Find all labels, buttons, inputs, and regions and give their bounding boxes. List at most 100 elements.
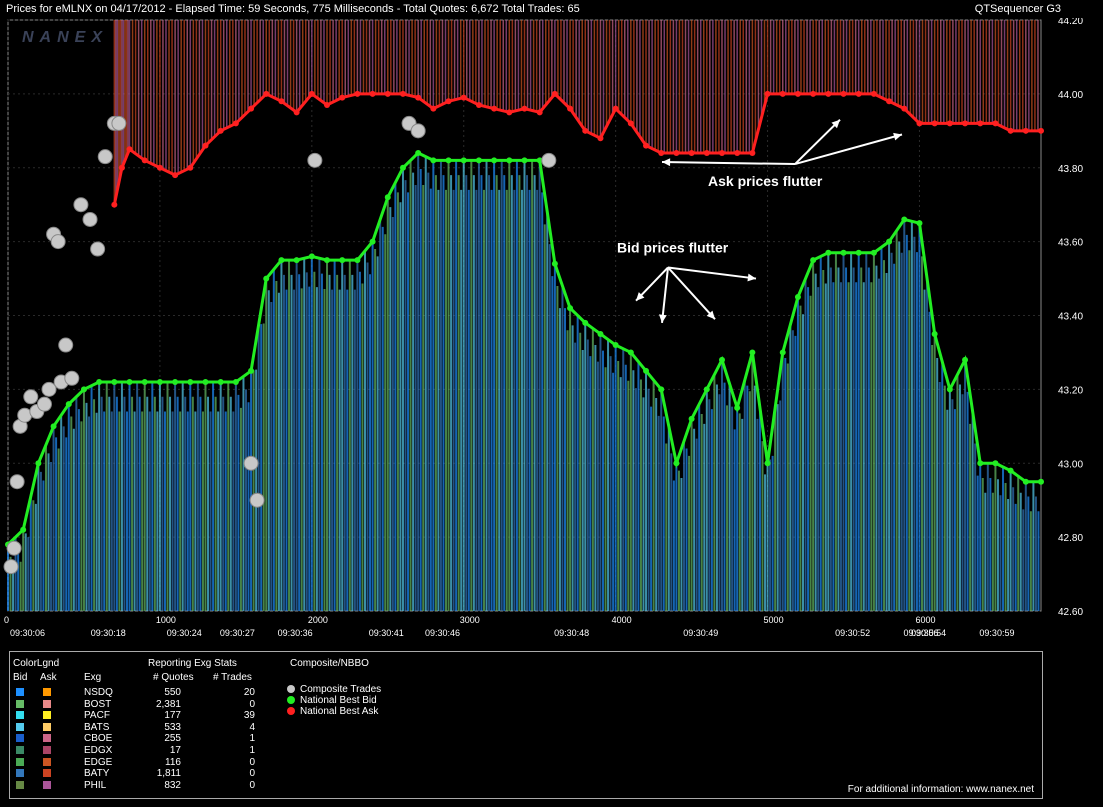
bid-point	[384, 194, 391, 201]
bid-point	[339, 257, 346, 264]
bid-point	[840, 249, 847, 256]
x-time-tick-label: 09:30:41	[369, 628, 404, 638]
bid-point	[718, 356, 725, 363]
composite-trade-point	[111, 115, 127, 131]
ask-point	[1038, 127, 1044, 134]
ask-point	[749, 149, 756, 156]
bid-point	[141, 378, 148, 385]
x-seq-tick-label: 0	[4, 615, 9, 625]
exchange-name: EDGX	[84, 745, 113, 756]
ask-point	[901, 105, 908, 112]
ask-point	[202, 142, 209, 149]
bid-point	[703, 386, 710, 393]
composite-trade-point	[243, 455, 259, 471]
bid-point	[764, 460, 771, 467]
ask-point	[810, 90, 817, 97]
ask-point	[126, 146, 133, 153]
ask-point	[475, 101, 482, 108]
ask-point	[962, 120, 969, 127]
bid-point	[460, 157, 467, 164]
bid-point	[962, 356, 969, 363]
bid-point	[491, 157, 498, 164]
bid-point	[156, 378, 163, 385]
bid-point	[35, 460, 42, 467]
ask-color-swatch	[43, 699, 51, 708]
bid-point	[916, 220, 923, 227]
exchange-trade-count: 4	[249, 721, 255, 733]
bid-point	[658, 386, 665, 393]
ask-point	[825, 90, 832, 97]
ask-point	[217, 127, 224, 134]
ask-point	[187, 164, 194, 171]
composite-trade-point	[23, 389, 39, 405]
exchange-trade-count: 1	[249, 745, 255, 756]
ask-point	[764, 90, 771, 97]
composite-trade-point	[410, 123, 426, 139]
ask-point	[794, 90, 801, 97]
x-time-tick-label: 09:30:27	[220, 628, 255, 638]
composite-trade-point	[50, 234, 66, 250]
bid-point	[202, 378, 209, 385]
legend-trades-header: # Trades	[213, 672, 252, 683]
bid-point	[324, 257, 331, 264]
legend-bid-header: Bid	[13, 672, 28, 683]
x-time-tick-label: 09:30:46	[425, 628, 460, 638]
composite-trade-point	[9, 474, 25, 490]
ask-point	[339, 94, 346, 101]
ask-point	[521, 105, 528, 112]
exchange-name: BATY	[84, 768, 110, 780]
exchange-quote-count: 116	[165, 756, 181, 768]
composite-trade-point	[97, 149, 113, 165]
bid-point	[612, 342, 619, 349]
exchange-name: BOST	[84, 698, 112, 710]
exchange-quote-count: 1,811	[156, 768, 181, 780]
exchange-name: CBOE	[84, 733, 113, 745]
bid-point	[977, 460, 984, 467]
ask-point	[643, 142, 650, 149]
y-tick-label: 42.60	[1058, 607, 1083, 618]
x-seq-tick-label: 4000	[612, 615, 632, 625]
exchange-quote-count: 255	[164, 733, 181, 745]
ask-point	[627, 120, 634, 127]
bid-color-swatch	[16, 688, 24, 696]
ask-point	[263, 90, 270, 97]
legend-composite-header: Composite/NBBO	[290, 658, 369, 669]
bid-point	[20, 526, 27, 533]
composite-legend-marker	[287, 696, 295, 704]
ask-point	[308, 90, 315, 97]
composite-legend-label: National Best Bid	[300, 695, 377, 706]
bid-point	[886, 238, 893, 245]
ask-point	[491, 105, 498, 112]
bid-point	[232, 378, 239, 385]
x-seq-tick-label: 6000	[915, 615, 935, 625]
bid-color-swatch	[16, 711, 24, 720]
bid-color-swatch	[16, 757, 24, 766]
x-time-tick-label: 09:30:52	[835, 628, 870, 638]
ask-point	[172, 172, 179, 179]
bid-point	[50, 423, 57, 430]
bid-point	[369, 238, 376, 245]
legend-quotes-header: # Quotes	[153, 672, 194, 683]
bid-point	[217, 378, 224, 385]
ask-point	[582, 127, 589, 134]
ask-point	[612, 105, 619, 112]
exchange-quote-count: 550	[164, 687, 181, 698]
bid-point	[901, 216, 908, 223]
x-seq-tick-label: 1000	[156, 615, 176, 625]
y-tick-label: 43.60	[1058, 238, 1083, 249]
composite-trade-point	[90, 241, 106, 257]
composite-trade-point	[82, 211, 98, 227]
x-time-tick-label: 09:30:48	[554, 628, 589, 638]
ask-point	[118, 164, 125, 171]
legend-panel: ColorLgnd Bid Ask Exg Reporting Exg Stat…	[9, 651, 1043, 799]
bid-point	[810, 257, 817, 264]
bid-point	[126, 378, 133, 385]
bid-point	[673, 460, 680, 467]
ask-point	[430, 105, 437, 112]
bid-point	[582, 319, 589, 326]
bid-point	[111, 378, 118, 385]
bid-color-swatch	[16, 722, 24, 731]
chart-header: Prices for eMLNX on 04/17/2012 - Elapsed…	[0, 0, 1103, 20]
bid-point	[308, 253, 315, 260]
ask-point	[886, 98, 893, 105]
